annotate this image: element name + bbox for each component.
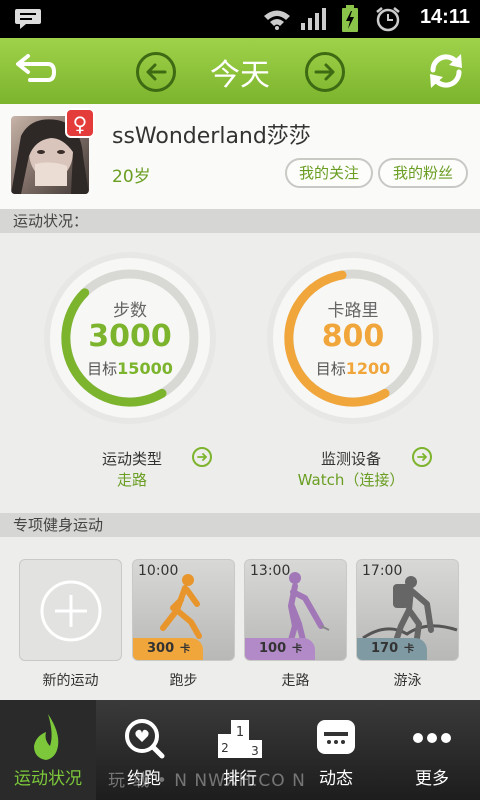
steps-target: 目标15000	[42, 358, 218, 379]
refresh-icon[interactable]	[425, 50, 467, 92]
device-value[interactable]: Watch（连接）	[288, 469, 414, 490]
running-unit: 卡	[180, 644, 191, 655]
podium-icon: 1 2 3	[218, 720, 262, 758]
steps-value: 3000	[88, 319, 172, 354]
swimming-label: 游泳	[393, 673, 422, 689]
wifi-icon	[264, 10, 290, 30]
tab-more[interactable]: 更多	[384, 700, 480, 800]
alarm-icon	[376, 7, 400, 32]
tab-activity-status[interactable]: 运动状况	[0, 700, 96, 800]
arrow-right-icon	[314, 63, 335, 81]
steps-target-label: 目标	[87, 360, 118, 378]
running-card[interactable]: 10:00 300 卡	[132, 559, 235, 661]
previous-day-button[interactable]	[136, 52, 176, 92]
female-gender-icon: ♀	[65, 108, 95, 138]
walking-card[interactable]: 13:00 100 卡	[244, 559, 347, 661]
tab-label: 运动状况	[14, 769, 82, 789]
tab-label: 更多	[415, 769, 449, 789]
swimming-unit: 卡	[404, 644, 415, 655]
next-day-button[interactable]	[305, 52, 345, 92]
steps-label: 步数	[113, 301, 147, 321]
calories-value: 800	[321, 319, 385, 354]
back-icon[interactable]	[14, 52, 58, 88]
section-header-fitness: 专项健身运动	[0, 513, 480, 537]
fitness-cards: 新的运动 10:00 300卡 跑步 13:00 100卡 走路 17:00	[0, 537, 480, 700]
calories-target-value: 1200	[345, 359, 391, 378]
walking-calories: 100	[259, 641, 287, 656]
search-heart-icon	[125, 719, 165, 759]
battery-icon	[342, 5, 358, 32]
walking-label: 走路	[281, 673, 310, 689]
more-dots-icon	[413, 733, 451, 743]
swimming-calories: 170	[371, 641, 399, 656]
title-bar: 今天	[0, 38, 480, 104]
swimming-calories-tag: 170 卡	[357, 638, 427, 660]
section-header-activity: 运动状况：	[0, 209, 480, 233]
page-title: 今天	[210, 58, 270, 93]
new-activity-card[interactable]	[19, 559, 122, 661]
running-calories: 300	[147, 641, 175, 656]
chat-bubble-icon	[317, 720, 355, 754]
running-calories-tag: 300 卡	[133, 638, 203, 660]
watermark: 玩 载 • N NWXH.CO N	[108, 771, 306, 791]
calories-label: 卡路里	[327, 301, 379, 321]
status-bar: 14:11	[0, 0, 480, 38]
calories-target-label: 目标	[315, 360, 346, 378]
sport-type-label: 运动类型	[101, 450, 162, 468]
plus-icon	[40, 580, 102, 642]
sport-type-value[interactable]: 走路	[82, 469, 182, 490]
user-age: 20岁	[112, 167, 151, 187]
svg-text:2: 2	[221, 741, 229, 755]
sport-type-arrow-icon[interactable]	[192, 447, 212, 467]
svg-text:1: 1	[236, 725, 244, 740]
activity-gauges: 步数 3000 目标15000 卡路里 800 目标1200 运动类型 走路 监…	[0, 233, 480, 513]
followers-button[interactable]: 我的粉丝	[378, 158, 468, 188]
username: ssWonderland莎莎	[112, 124, 311, 149]
flame-leaf-icon	[34, 714, 59, 760]
device-arrow-icon[interactable]	[412, 447, 432, 467]
notification-icon	[15, 9, 41, 29]
new-activity-label: 新的运动	[42, 673, 99, 689]
clock-time: 14:11	[419, 6, 470, 28]
walking-calories-tag: 100 卡	[245, 638, 315, 660]
arrow-left-icon	[146, 63, 167, 81]
svg-text:3: 3	[251, 744, 259, 758]
swimming-card[interactable]: 17:00 170 卡	[356, 559, 459, 661]
device-label: 监测设备	[320, 450, 381, 468]
signal-icon	[301, 8, 326, 30]
running-label: 跑步	[169, 673, 198, 689]
following-button[interactable]: 我的关注	[285, 158, 373, 188]
walking-unit: 卡	[292, 644, 303, 655]
steps-target-value: 15000	[117, 359, 173, 378]
calories-target: 目标1200	[265, 358, 441, 379]
